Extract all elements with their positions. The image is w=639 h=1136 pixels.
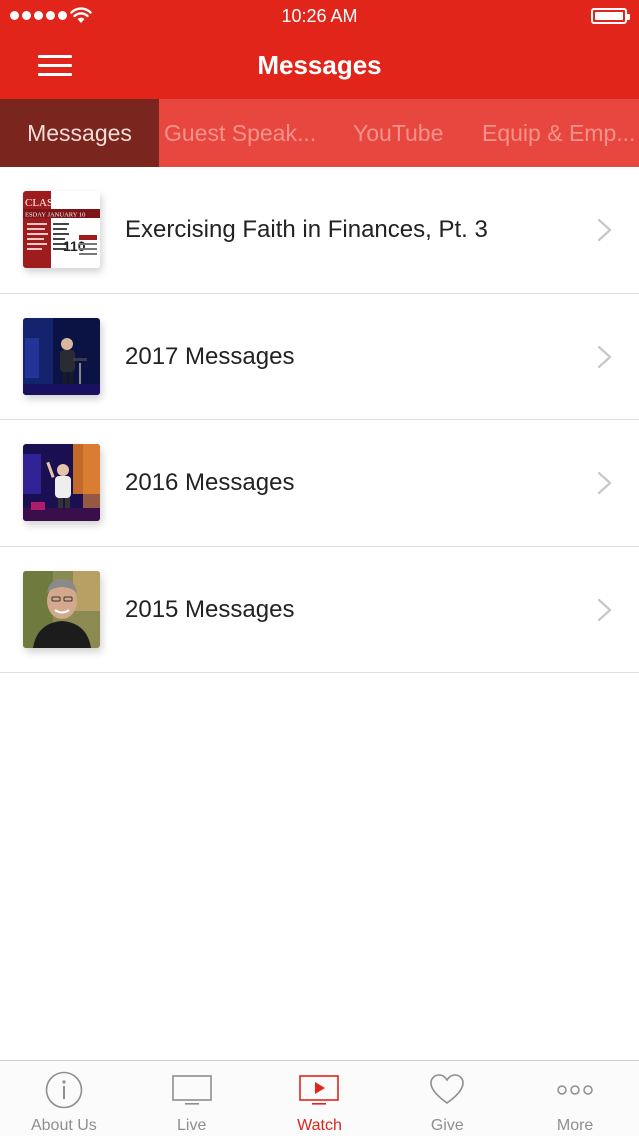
tab-give-label: Give [430, 1117, 464, 1134]
tab-guest-speakers[interactable]: Guest Speak... [164, 99, 316, 167]
svg-text:110: 110 [63, 238, 86, 254]
svg-text:ESDAY JANUARY 10: ESDAY JANUARY 10 [25, 212, 85, 219]
chevron-right-icon [597, 218, 612, 242]
info-icon [45, 1071, 83, 1109]
chevron-right-icon [597, 598, 612, 621]
navigation-header: 10:26 AM Messages [0, 0, 639, 99]
tab-watch-label: Watch [297, 1117, 342, 1134]
thumbnail-class-flyer: CLASS! ESDAY JANUARY 10 110 [23, 191, 100, 268]
more-dots-icon [557, 1085, 593, 1095]
list-item[interactable]: 2016 Messages [0, 420, 639, 547]
tv-icon [171, 1075, 212, 1105]
page-title: Messages [257, 50, 382, 80]
bottom-tab-bar: About Us Live Watch Give More [0, 1060, 639, 1136]
thumbnail-speaker-photo [23, 444, 100, 521]
segment-tabs: Messages Guest Speak... YouTube Equip & … [0, 99, 639, 167]
tab-more[interactable]: More [511, 1061, 639, 1136]
list-item-title: 2017 Messages [125, 342, 295, 370]
list-item-title: 2016 Messages [125, 469, 295, 496]
list-item[interactable]: 2015 Messages [0, 546, 639, 673]
list-item[interactable]: CLASS! ESDAY JANUARY 10 110 Exercising F… [0, 167, 639, 294]
tab-youtube[interactable]: YouTube [353, 99, 443, 167]
status-bar: 10:26 AM [0, 0, 639, 32]
svg-text:CLASS!: CLASS! [25, 197, 63, 209]
status-time: 10:26 AM [281, 6, 358, 26]
heart-icon [430, 1074, 465, 1104]
list-item-title: 2015 Messages [125, 595, 295, 623]
tab-equip-empower[interactable]: Equip & Emp... [482, 99, 635, 167]
tab-messages[interactable]: Messages [0, 99, 159, 167]
video-play-icon [299, 1075, 340, 1105]
tab-more-label: More [556, 1117, 594, 1134]
list-item[interactable]: 2017 Messages [0, 293, 639, 420]
tab-give[interactable]: Give [383, 1061, 511, 1136]
chevron-right-icon [597, 471, 612, 495]
tab-watch[interactable]: Watch [256, 1061, 384, 1136]
battery-icon [591, 8, 630, 24]
tab-about-us-label: About Us [30, 1117, 97, 1134]
tab-live[interactable]: Live [128, 1061, 256, 1136]
thumbnail-speaker-photo [23, 317, 100, 395]
thumbnail-speaker-portrait [23, 570, 100, 648]
message-list: CLASS! ESDAY JANUARY 10 110 Exercising F… [0, 167, 639, 673]
chevron-right-icon [597, 345, 612, 368]
tab-about-us[interactable]: About Us [0, 1061, 128, 1136]
list-item-title: Exercising Faith in Finances, Pt. 3 [125, 216, 488, 243]
tab-live-label: Live [177, 1117, 207, 1134]
